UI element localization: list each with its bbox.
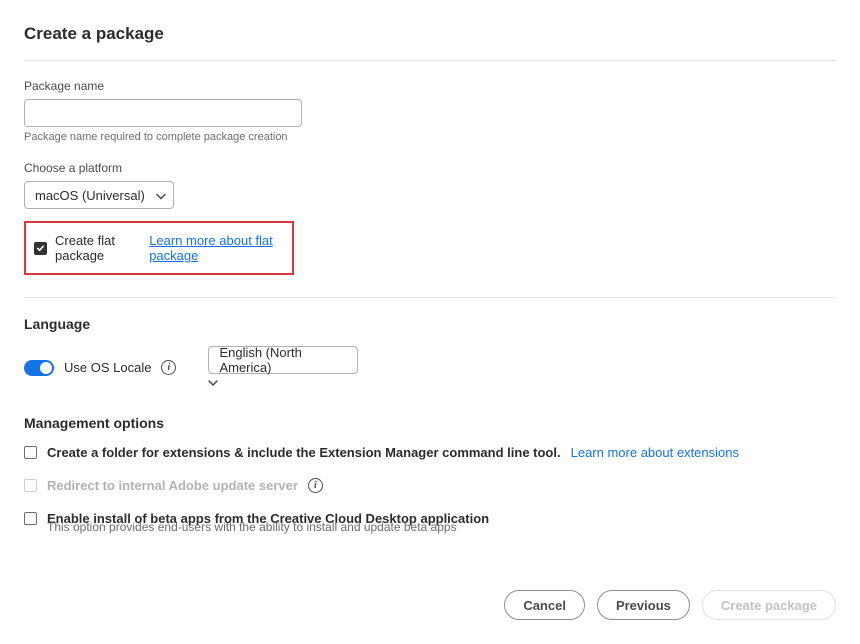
redirect-label: Redirect to internal Adobe update server <box>47 478 298 493</box>
platform-select[interactable]: macOS (Universal) <box>24 181 174 209</box>
footer-actions: Cancel Previous Create package <box>24 590 836 620</box>
language-section: Language Use OS Locale i English (North … <box>24 316 836 389</box>
page-title: Create a package <box>24 24 836 61</box>
toggle-knob <box>40 362 52 374</box>
flat-package-checkbox[interactable] <box>34 242 47 255</box>
package-name-section: Package name Package name required to co… <box>24 79 836 143</box>
package-name-input[interactable] <box>24 99 302 127</box>
platform-label: Choose a platform <box>24 161 836 175</box>
management-heading: Management options <box>24 415 836 431</box>
previous-button[interactable]: Previous <box>597 590 690 620</box>
flat-package-highlight: Create flat package Learn more about fla… <box>24 221 294 275</box>
package-name-helper: Package name required to complete packag… <box>24 131 836 143</box>
redirect-row: Redirect to internal Adobe update server… <box>24 478 836 493</box>
extensions-row: Create a folder for extensions & include… <box>24 445 836 460</box>
language-heading: Language <box>24 316 836 332</box>
beta-helper: This option provides end-users with the … <box>47 520 836 534</box>
info-icon[interactable]: i <box>161 360 176 375</box>
language-selected-value: English (North America) <box>219 345 331 375</box>
platform-selected-value: macOS (Universal) <box>35 188 145 203</box>
use-os-locale-toggle[interactable] <box>24 360 54 376</box>
extensions-label: Create a folder for extensions & include… <box>47 445 561 460</box>
extensions-checkbox[interactable] <box>24 446 37 459</box>
platform-section: Choose a platform macOS (Universal) <box>24 161 836 209</box>
flat-package-label: Create flat package <box>55 233 141 263</box>
package-name-label: Package name <box>24 79 836 93</box>
cancel-button[interactable]: Cancel <box>504 590 585 620</box>
extensions-learn-more-link[interactable]: Learn more about extensions <box>571 445 739 460</box>
use-os-locale-label: Use OS Locale <box>64 360 151 375</box>
chevron-down-icon <box>208 374 218 389</box>
divider <box>24 297 836 298</box>
management-section: Management options Create a folder for e… <box>24 415 836 534</box>
language-select[interactable]: English (North America) <box>208 346 358 389</box>
flat-package-learn-more-link[interactable]: Learn more about flat package <box>149 233 284 263</box>
info-icon[interactable]: i <box>308 478 323 493</box>
redirect-checkbox <box>24 479 37 492</box>
beta-checkbox[interactable] <box>24 512 37 525</box>
create-package-button: Create package <box>702 590 836 620</box>
